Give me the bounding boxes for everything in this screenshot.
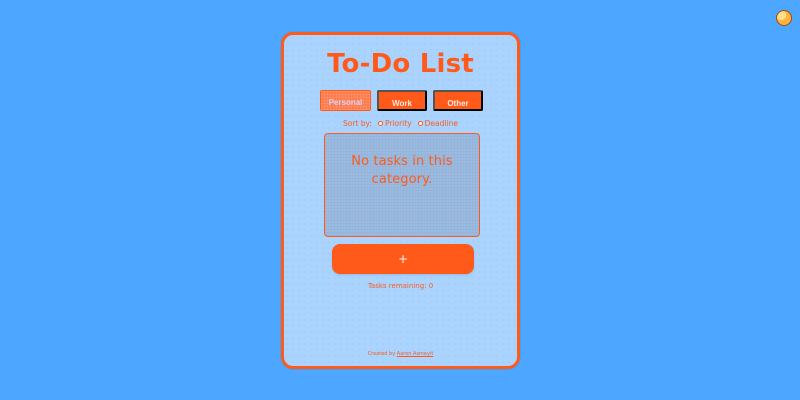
deadline-radio[interactable] (417, 120, 423, 126)
priority-label: Priority (384, 118, 412, 128)
priority-radio[interactable] (377, 120, 383, 126)
category-tabs: Personal Work Other (320, 90, 486, 111)
sort-option-deadline[interactable]: Deadline (417, 118, 458, 128)
deadline-label: Deadline (424, 118, 458, 128)
palette-icon[interactable] (776, 10, 792, 26)
tab-personal[interactable]: Personal (320, 90, 371, 111)
footer-credit: Created by Aaron Asmeyit (284, 351, 517, 358)
page-title: To-Do List (327, 49, 474, 79)
author-link[interactable]: Aaron Asmeyit (397, 351, 434, 357)
sort-option-priority[interactable]: Priority (377, 118, 412, 128)
sort-label: Sort by: (343, 118, 372, 128)
footer-prefix: Created by (367, 351, 396, 357)
task-list-panel: No tasks in this category. (324, 133, 480, 237)
tab-work[interactable]: Work (377, 90, 427, 111)
sort-controls: Sort by: Priority Deadline (343, 117, 458, 129)
tasks-remaining: Tasks remaining: 0 (367, 282, 434, 290)
empty-state-message: No tasks in this category. (351, 154, 453, 187)
tab-other[interactable]: Other (433, 90, 483, 111)
todo-page: To-Do List Personal Work Other Sort by: … (0, 0, 800, 400)
todo-card: To-Do List Personal Work Other Sort by: … (281, 32, 520, 369)
add-task-button[interactable]: + (332, 244, 474, 274)
